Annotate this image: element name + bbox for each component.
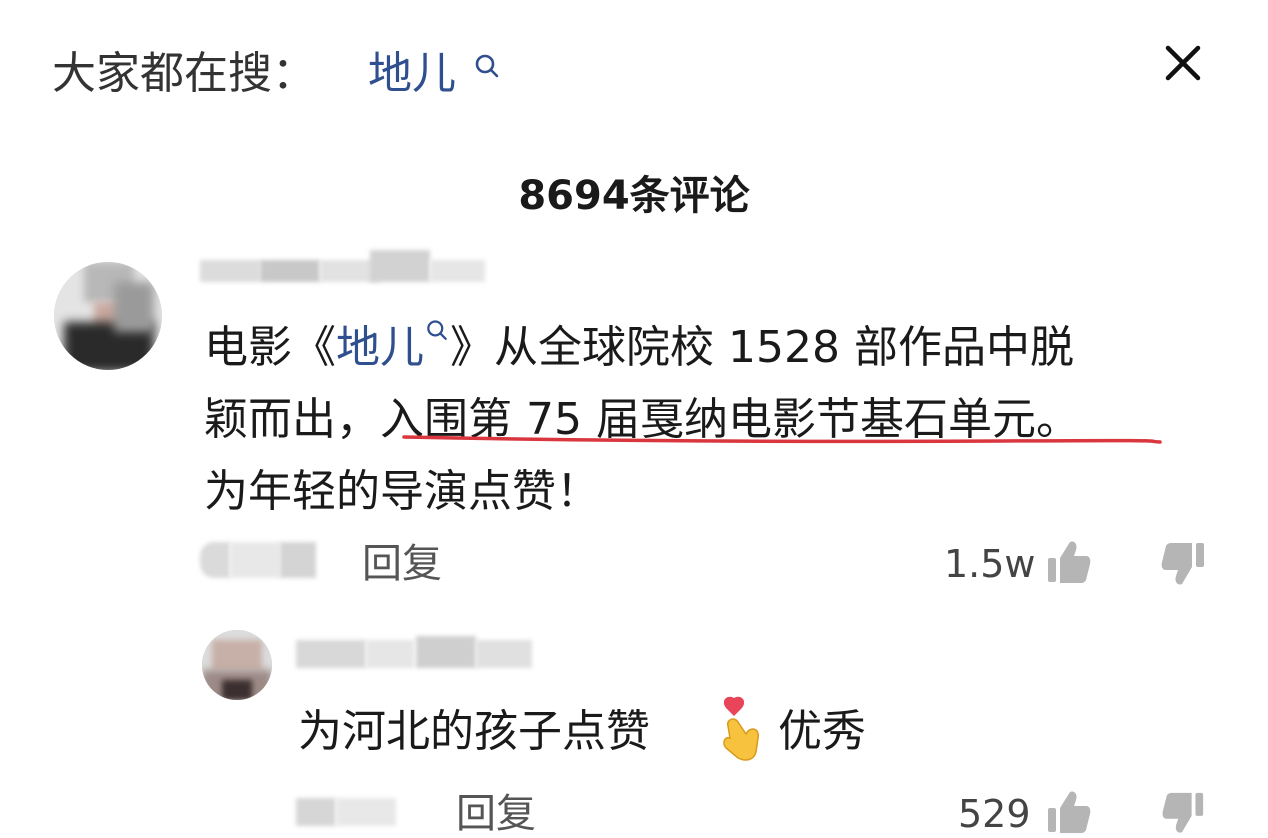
search-icon[interactable] [424, 318, 450, 344]
close-icon[interactable] [1160, 40, 1206, 86]
username-blurred[interactable] [296, 632, 536, 676]
comment-text-segment: 为年轻的导演点赞！ [204, 466, 600, 517]
timestamp-blurred [200, 536, 320, 580]
avatar[interactable] [202, 630, 272, 700]
comment-text-segment: 》从全球院校 1528 部作品中脱 [450, 322, 1074, 373]
search-icon[interactable] [472, 52, 502, 82]
username-blurred[interactable] [200, 246, 490, 290]
thumbs-down-icon[interactable] [1160, 790, 1206, 836]
avatar[interactable] [54, 262, 162, 370]
comment-text-segment: 电影《 [204, 322, 336, 373]
thumbs-down-icon[interactable] [1160, 540, 1206, 588]
comment-text-segment: 颖而出， [204, 394, 380, 445]
search-keyword-link[interactable]: 地儿 [368, 44, 456, 104]
search-suggestion-prefix: 大家都在搜： [52, 48, 316, 99]
reply-body: 为河北的孩子点赞 [298, 706, 650, 757]
thumbs-up-icon[interactable] [1046, 788, 1092, 836]
like-count: 1.5w [944, 542, 1036, 586]
movie-title-link[interactable]: 地儿 [336, 322, 424, 373]
red-underline-annotation [402, 435, 1162, 444]
comment-count-title: 8694条评论 [518, 173, 750, 219]
reply-body: 优秀 [778, 706, 866, 757]
reply-button[interactable]: 回复 [456, 786, 536, 838]
thumbs-up-icon[interactable] [1046, 538, 1092, 586]
reply-button[interactable]: 回复 [362, 536, 442, 592]
timestamp-blurred [296, 792, 416, 832]
like-count: 529 [958, 792, 1031, 836]
finger-heart-emoji-icon [723, 696, 759, 761]
comment-body: 电影《地儿 》从全球院校 1528 部作品中脱 颖而出，入围第 75 届戛纳电影节… [204, 312, 1204, 528]
